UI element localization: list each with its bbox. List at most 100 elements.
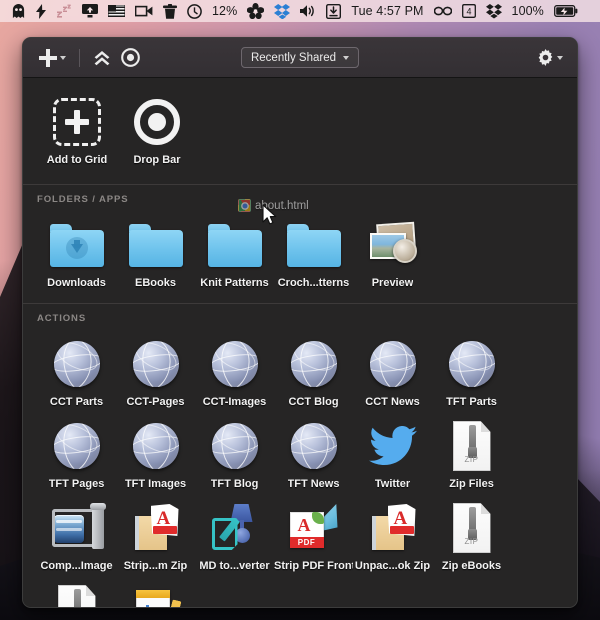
tile-tft-parts[interactable]: TFT Parts: [432, 332, 511, 414]
tile-tft-pages[interactable]: TFT Pages: [37, 414, 116, 496]
quick-actions-grid: Add to Grid Drop Bar: [23, 78, 577, 180]
add-to-grid-icon: [49, 94, 105, 150]
volume-speaker-icon[interactable]: [295, 0, 321, 22]
tile-cct-news[interactable]: CCT News: [353, 332, 432, 414]
camcorder-icon[interactable]: [130, 0, 158, 22]
tile-preview[interactable]: Preview: [353, 213, 432, 295]
collapse-chevrons-button[interactable]: [89, 47, 115, 69]
globe-script-icon: [286, 336, 342, 392]
us-flag-icon[interactable]: [103, 0, 130, 22]
globe-script-icon: [49, 336, 105, 392]
strip-pdf-folder-icon: A: [128, 500, 184, 556]
globe-script-icon: [444, 336, 500, 392]
folder-icon: [207, 217, 263, 273]
tile-label: TFT Pages: [48, 478, 105, 490]
add-button[interactable]: [35, 47, 70, 69]
ghost-icon[interactable]: [6, 0, 31, 22]
tile-label: Knit Patterns: [200, 277, 269, 289]
flash-bolt-icon[interactable]: [31, 0, 51, 22]
tile-downloads[interactable]: Downloads: [37, 213, 116, 295]
download-box-icon[interactable]: [321, 0, 346, 22]
tile-template-to-pdf[interactable]: Templ...o PDF: [116, 578, 195, 607]
globe-script-icon: [128, 336, 184, 392]
dragthing-window: Recently Shared Add to Grid Drop Bar FOL…: [22, 37, 578, 608]
sleep-zzz-icon[interactable]: [51, 0, 77, 22]
chevron-down-icon: [557, 55, 563, 60]
tile-cct-parts[interactable]: CCT Parts: [37, 332, 116, 414]
tile-label: CCT Blog: [288, 396, 339, 408]
panel-quick-actions: Add to Grid Drop Bar: [23, 78, 577, 184]
globe-script-icon: [286, 418, 342, 474]
tile-label: Strip...m Zip: [123, 560, 188, 572]
globe-script-icon: [207, 418, 263, 474]
actions-grid: CCT Parts CCT-Pages CCT-Images CCT Blog …: [23, 328, 577, 607]
panel-folders-apps: FOLDERS / APPS Downloads EBooks Knit Pat…: [23, 184, 577, 303]
unpack-zip-icon: A: [365, 500, 421, 556]
settings-gear-button[interactable]: [533, 47, 567, 68]
tile-tft-images[interactable]: TFT Images: [116, 414, 195, 496]
tile-remove-spaces[interactable]: ZIP Remo...paces: [37, 578, 116, 607]
zip-document-icon: ZIP: [444, 500, 500, 556]
tile-unpack-zip[interactable]: A Unpac...ok Zip: [353, 496, 432, 578]
tile-strip-pdf-front[interactable]: A PDF Strip PDF Front: [274, 496, 353, 578]
tile-knit-patterns[interactable]: Knit Patterns: [195, 213, 274, 295]
tile-label: Croch...tterns: [277, 277, 350, 289]
monitor-icon[interactable]: [77, 0, 103, 22]
tile-zip-ebooks[interactable]: ZIP Zip eBooks: [432, 496, 511, 578]
tile-crochet-patterns[interactable]: Croch...tterns: [274, 213, 353, 295]
tile-label: CCT Parts: [49, 396, 104, 408]
window-content: Add to Grid Drop Bar FOLDERS / APPS Down…: [23, 78, 577, 607]
tile-tft-news[interactable]: TFT News: [274, 414, 353, 496]
glasses-icon[interactable]: [429, 0, 457, 22]
zip-document-icon: ZIP: [49, 582, 105, 607]
tile-add-to-grid[interactable]: Add to Grid: [37, 82, 117, 172]
tile-cct-pages[interactable]: CCT-Pages: [116, 332, 195, 414]
folder-icon: [128, 217, 184, 273]
pinwheel-icon[interactable]: [242, 0, 269, 22]
tile-label: MD to...verter: [199, 560, 270, 572]
timer-icon[interactable]: [182, 0, 207, 22]
gear-icon: [538, 49, 553, 66]
tile-drop-bar[interactable]: Drop Bar: [117, 82, 197, 172]
tile-label: TFT News: [287, 478, 340, 490]
drop-bar-icon: [129, 94, 185, 150]
tile-md-converter[interactable]: MD to...verter: [195, 496, 274, 578]
tile-label: Comp...Image: [40, 560, 113, 572]
tile-cct-images[interactable]: CCT-Images: [195, 332, 274, 414]
dropbox-icon[interactable]: [481, 0, 507, 22]
battery-charging-icon[interactable]: [549, 0, 583, 22]
tile-ebooks[interactable]: EBooks: [116, 213, 195, 295]
menubar-clock[interactable]: Tue 4:57 PM: [346, 0, 428, 22]
battery-percent-label: 100%: [511, 3, 544, 18]
tile-label: CCT News: [365, 396, 420, 408]
recently-shared-popup-button[interactable]: Recently Shared: [240, 47, 360, 68]
target-button[interactable]: [117, 46, 144, 69]
tile-strip-from-zip[interactable]: A Strip...m Zip: [116, 496, 195, 578]
section-header-folders: FOLDERS / APPS: [37, 194, 129, 205]
tile-label: Zip eBooks: [441, 560, 502, 572]
tile-cct-blog[interactable]: CCT Blog: [274, 332, 353, 414]
preview-app-icon: [365, 217, 421, 273]
globe-script-icon: [207, 336, 263, 392]
tile-label: EBooks: [135, 277, 176, 289]
compress-image-icon: [49, 500, 106, 556]
chevron-down-icon: [343, 55, 350, 60]
tile-twitter[interactable]: Twitter: [353, 414, 432, 496]
dropbox-blue-icon[interactable]: [269, 0, 295, 22]
folder-icon: [286, 217, 342, 273]
template-to-pdf-icon: [128, 582, 184, 607]
folders-grid: Downloads EBooks Knit Patterns Croch...t…: [23, 209, 577, 303]
tile-compress-image[interactable]: Comp...Image: [37, 496, 116, 578]
tile-label: Twitter: [374, 478, 411, 490]
trash-icon[interactable]: [158, 0, 182, 22]
tile-tft-blog[interactable]: TFT Blog: [195, 414, 274, 496]
tile-zip-files[interactable]: ZIP Zip Files: [432, 414, 511, 496]
chevron-down-icon: [60, 55, 66, 60]
tile-label: TFT Parts: [446, 396, 497, 408]
tile-label: Zip Files: [449, 478, 494, 490]
tile-label: TFT Blog: [210, 478, 259, 490]
space-number-icon[interactable]: 4: [457, 0, 481, 22]
tile-label: Add to Grid: [46, 154, 108, 166]
popup-label: Recently Shared: [250, 51, 337, 64]
window-toolbar: Recently Shared: [23, 38, 577, 78]
